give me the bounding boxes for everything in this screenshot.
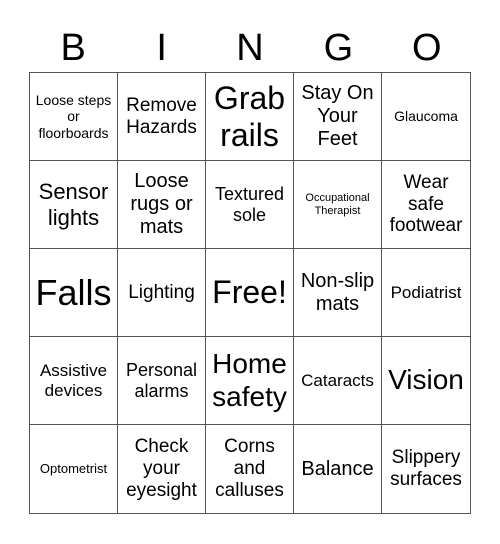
bingo-cell[interactable]: Glaucoma: [382, 73, 470, 161]
header-letter-o: O: [412, 27, 442, 69]
bingo-cell[interactable]: Textured sole: [206, 161, 294, 249]
bingo-grid: Loose steps or floorboards Remove Hazard…: [29, 72, 471, 514]
bingo-header: B I N G O: [29, 24, 471, 72]
free-space-cell[interactable]: Free!: [206, 249, 294, 337]
bingo-cell[interactable]: Check your eyesight: [118, 425, 206, 513]
bingo-cell[interactable]: Stay On Your Feet: [294, 73, 382, 161]
bingo-cell[interactable]: Wear safe footwear: [382, 161, 470, 249]
bingo-cell[interactable]: Vision: [382, 337, 470, 425]
header-letter-b: B: [60, 27, 86, 69]
bingo-cell[interactable]: Falls: [30, 249, 118, 337]
bingo-cell[interactable]: Assistive devices: [30, 337, 118, 425]
header-letter-n: N: [236, 27, 264, 69]
bingo-cell[interactable]: Corns and calluses: [206, 425, 294, 513]
bingo-cell[interactable]: Remove Hazards: [118, 73, 206, 161]
bingo-cell[interactable]: Home safety: [206, 337, 294, 425]
bingo-cell[interactable]: Slippery surfaces: [382, 425, 470, 513]
bingo-cell[interactable]: Balance: [294, 425, 382, 513]
bingo-cell[interactable]: Lighting: [118, 249, 206, 337]
header-letter-i: I: [156, 27, 167, 69]
bingo-cell[interactable]: Optometrist: [30, 425, 118, 513]
bingo-cell[interactable]: Non-slip mats: [294, 249, 382, 337]
bingo-cell[interactable]: Personal alarms: [118, 337, 206, 425]
bingo-cell[interactable]: Podiatrist: [382, 249, 470, 337]
header-letter-g: G: [323, 27, 354, 69]
bingo-cell[interactable]: Sensor lights: [30, 161, 118, 249]
bingo-cell[interactable]: Occupational Therapist: [294, 161, 382, 249]
bingo-cell[interactable]: Cataracts: [294, 337, 382, 425]
bingo-cell[interactable]: Loose steps or floorboards: [30, 73, 118, 161]
bingo-cell[interactable]: Grab rails: [206, 73, 294, 161]
bingo-cell[interactable]: Loose rugs or mats: [118, 161, 206, 249]
